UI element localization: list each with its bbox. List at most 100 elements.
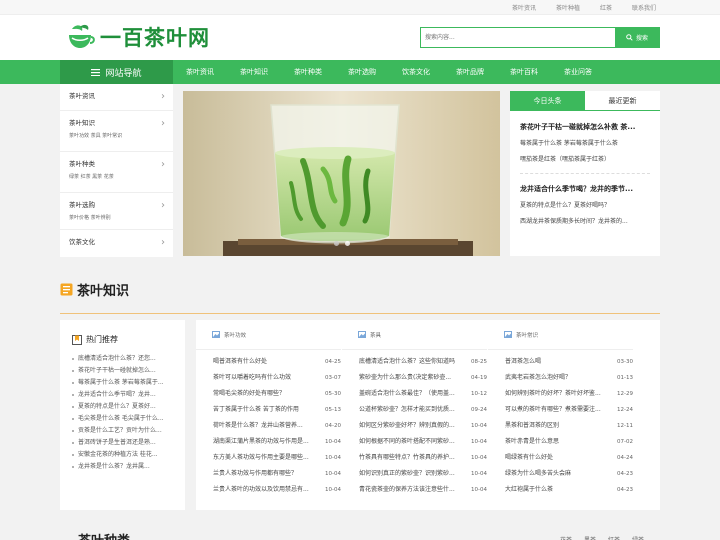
column-header[interactable]: 茶叶常识 <box>488 320 633 350</box>
table-row[interactable]: 可以煮的茶叶有哪些？煮茶需要注... 12-24 <box>488 402 633 418</box>
column-header[interactable]: 茶叶功效 <box>196 320 341 350</box>
table-row[interactable]: 如何识别真正的紫砂壶？识别紫砂... 10-04 <box>342 466 487 482</box>
news-link[interactable]: 夏茶的特点是什么？夏茶好喝吗？ <box>520 200 650 209</box>
table-row[interactable]: 普洱茶怎么喝 03-30 <box>488 354 633 370</box>
category-item-knowledge[interactable]: 茶叶知识 茶叶功效 茶具 茶叶常识 › <box>60 111 173 152</box>
list-item[interactable]: 龙井适合什么季节喝？龙井... <box>72 389 177 401</box>
row-date: 04-23 <box>617 487 633 493</box>
article-columns: 茶叶功效 喝普洱茶有什么好处 04-25 茶叶可以嚼着吃吗有什么功效 03-07 常… <box>196 320 660 510</box>
section-divider <box>60 313 660 314</box>
hot-recommend-panel: 热门推荐 底槽清适合泡什么茶？还您... 茶花叶子干枯一碰就掉怎么... 莓茶属… <box>60 320 185 510</box>
table-row[interactable]: 荷叶茶是什么茶？龙井山茶营养... 04-20 <box>196 418 341 434</box>
nav-item-knowledge[interactable]: 茶叶知识 <box>227 60 281 84</box>
nav-item-brands[interactable]: 茶叶品牌 <box>443 60 497 84</box>
row-date: 05-30 <box>325 391 341 397</box>
table-row[interactable]: 喝普洱茶有什么好处 04-25 <box>196 354 341 370</box>
news-link[interactable]: 西湖龙井茶保质期多长时间？龙井茶的... <box>520 216 650 225</box>
column-header[interactable]: 茶具 <box>342 320 487 350</box>
list-item[interactable]: 龙井茶是什么茶？龙井属... <box>72 461 177 473</box>
search-input[interactable] <box>421 28 615 47</box>
list-item[interactable]: 莓茶属于什么茶 茅岩莓茶属于... <box>72 377 177 389</box>
top-link-news[interactable]: 茶叶资讯 <box>512 3 536 12</box>
table-row[interactable]: 如何辨别茶叶的好坏？茶叶好坏鉴... 12-29 <box>488 386 633 402</box>
nav-item-encyclopedia[interactable]: 茶叶百科 <box>497 60 551 84</box>
top-link-planting[interactable]: 茶叶种植 <box>556 3 580 12</box>
row-date: 09-24 <box>471 407 487 413</box>
nav-item-types[interactable]: 茶叶种类 <box>281 60 335 84</box>
table-row[interactable]: 茶叶赤青是什么意思 07-02 <box>488 434 633 450</box>
top-links: 茶叶资讯 茶叶种植 红茶 联系我们 <box>492 3 656 12</box>
tag-black-tea[interactable]: 红茶 <box>608 535 620 540</box>
news-link[interactable]: 嘿茄茶是红茶（嘿茄茶属于红茶） <box>520 154 650 163</box>
category-item-culture[interactable]: 饮茶文化 › <box>60 230 173 257</box>
nav-item-culture[interactable]: 饮茶文化 <box>389 60 443 84</box>
table-row[interactable]: 大红袍属于什么茶 04-23 <box>488 482 633 498</box>
search-bar: 搜索 <box>420 27 660 48</box>
tag-flower-tea[interactable]: 花茶 <box>560 535 572 540</box>
category-item-types[interactable]: 茶叶种类 绿茶 红茶 黑茶 花茶 › <box>60 152 173 193</box>
row-title: 苦丁茶属于什么茶 苦丁茶的作用 <box>213 406 299 413</box>
table-row[interactable]: 青花瓷茶壶的保养方法该注意些什... 10-04 <box>342 482 487 498</box>
table-row[interactable]: 湖南渠江蒲片黑茶的功效与作用是... 10-04 <box>196 434 341 450</box>
image-icon <box>212 331 220 338</box>
row-title: 盖碗适合泡什么茶最佳？（使用盖... <box>359 390 455 397</box>
list-item[interactable]: 普洱砖饼子是生普洱还是熟... <box>72 437 177 449</box>
table-row[interactable]: 如何根据不同的茶叶搭配不同紫砂... 10-04 <box>342 434 487 450</box>
chevron-right-icon: › <box>161 159 165 170</box>
hot-recommend-header: 热门推荐 <box>72 334 185 345</box>
row-date: 10-04 <box>471 487 487 493</box>
table-row[interactable]: 竹茶具有哪些特点？竹茶具的养护... 10-04 <box>342 450 487 466</box>
top-link-contact[interactable]: 联系我们 <box>632 3 656 12</box>
tag-green-tea[interactable]: 绿茶 <box>632 535 644 540</box>
row-date: 04-19 <box>471 375 487 381</box>
nav-item-qa[interactable]: 茶业问答 <box>551 60 605 84</box>
table-row[interactable]: 常喝毛尖茶的好处有哪些？ 05-30 <box>196 386 341 402</box>
table-row[interactable]: 盖碗适合泡什么茶最佳？（使用盖... 10-12 <box>342 386 487 402</box>
nav-title[interactable]: 网站导航 <box>60 60 173 84</box>
main-nav: 网站导航 茶叶资讯 茶叶知识 茶叶种类 茶叶选购 饮茶文化 茶叶品牌 茶叶百科 … <box>0 60 720 84</box>
table-row[interactable]: 东方美人茶功效与作用主要是哪些... 10-04 <box>196 450 341 466</box>
list-item[interactable]: 茶花叶子干枯一碰就掉怎么... <box>72 365 177 377</box>
list-item[interactable]: 安徽金花茶的种植方法 桂花... <box>72 449 177 461</box>
tab-recent-updates[interactable]: 最近更新 <box>585 91 660 110</box>
table-row[interactable]: 底槽清适合泡什么茶？这些你知道吗 08-25 <box>342 354 487 370</box>
bookmark-icon <box>72 334 82 345</box>
chevron-right-icon: › <box>161 91 165 102</box>
news-box: 今日头条 最近更新 茶花叶子干枯一碰就掉怎么补救 茶... 莓茶属于什么茶 茅岩… <box>510 91 660 256</box>
table-row[interactable]: 兰贵人茶叶的功效以及饮用禁忌有... 10-04 <box>196 482 341 498</box>
list-item[interactable]: 底槽清适合泡什么茶？还您... <box>72 353 177 365</box>
carousel-dot[interactable] <box>333 241 339 246</box>
table-row[interactable]: 公道杯紫砂壶？怎样才能买到优质... 09-24 <box>342 402 487 418</box>
headline-link[interactable]: 龙井适合什么季节喝？龙井的季节... <box>520 184 650 194</box>
table-row[interactable]: 如何区分紫砂壶好坏？辨别真假的... 10-04 <box>342 418 487 434</box>
book-icon <box>60 283 73 296</box>
row-title: 竹茶具有哪些特点？竹茶具的养护... <box>359 454 455 461</box>
table-row[interactable]: 茶叶可以嚼着吃吗有什么功效 03-07 <box>196 370 341 386</box>
table-row[interactable]: 兰贵人茶功效与作用都有哪些？ 10-04 <box>196 466 341 482</box>
tag-dark-tea[interactable]: 黑茶 <box>584 535 596 540</box>
table-row[interactable]: 武夷老岩茶怎么泡好喝？ 01-13 <box>488 370 633 386</box>
row-date: 03-07 <box>325 375 341 381</box>
top-link-black-tea[interactable]: 红茶 <box>600 3 612 12</box>
category-item-news[interactable]: 茶叶资讯 › <box>60 84 173 111</box>
table-row[interactable]: 紫砂壶为什么那么贵(决定紫砂壶... 04-19 <box>342 370 487 386</box>
list-item[interactable]: 毛尖茶是什么茶 毛尖属于什么... <box>72 413 177 425</box>
carousel-dot-active[interactable] <box>344 241 350 246</box>
row-title: 底槽清适合泡什么茶？这些你知道吗 <box>359 358 456 365</box>
nav-item-buying[interactable]: 茶叶选购 <box>335 60 389 84</box>
search-button[interactable]: 搜索 <box>615 28 659 47</box>
list-item[interactable]: 贡茶是什么工艺？贡叶为什么... <box>72 425 177 437</box>
table-row[interactable]: 黑茶和普洱茶的区别 12-11 <box>488 418 633 434</box>
list-item[interactable]: 夏茶的特点是什么？夏茶好... <box>72 401 177 413</box>
row-title: 湖南渠江蒲片黑茶的功效与作用是... <box>213 438 309 445</box>
category-item-buying[interactable]: 茶叶选购 茶叶价格 茶叶辨别 › <box>60 193 173 230</box>
nav-item-news[interactable]: 茶叶资讯 <box>173 60 227 84</box>
table-row[interactable]: 绿茶为什么喝多苦头会麻 04-23 <box>488 466 633 482</box>
tab-today-headlines[interactable]: 今日头条 <box>510 91 585 110</box>
table-row[interactable]: 苦丁茶属于什么茶 苦丁茶的作用 05-13 <box>196 402 341 418</box>
banner-carousel[interactable] <box>183 91 500 256</box>
headline-link[interactable]: 茶花叶子干枯一碰就掉怎么补救 茶... <box>520 122 650 132</box>
news-link[interactable]: 莓茶属于什么茶 茅岩莓茶属于什么茶 <box>520 138 650 147</box>
table-row[interactable]: 喝绿茶有什么好处 04-24 <box>488 450 633 466</box>
site-logo[interactable]: 一百茶叶网 <box>66 22 210 52</box>
